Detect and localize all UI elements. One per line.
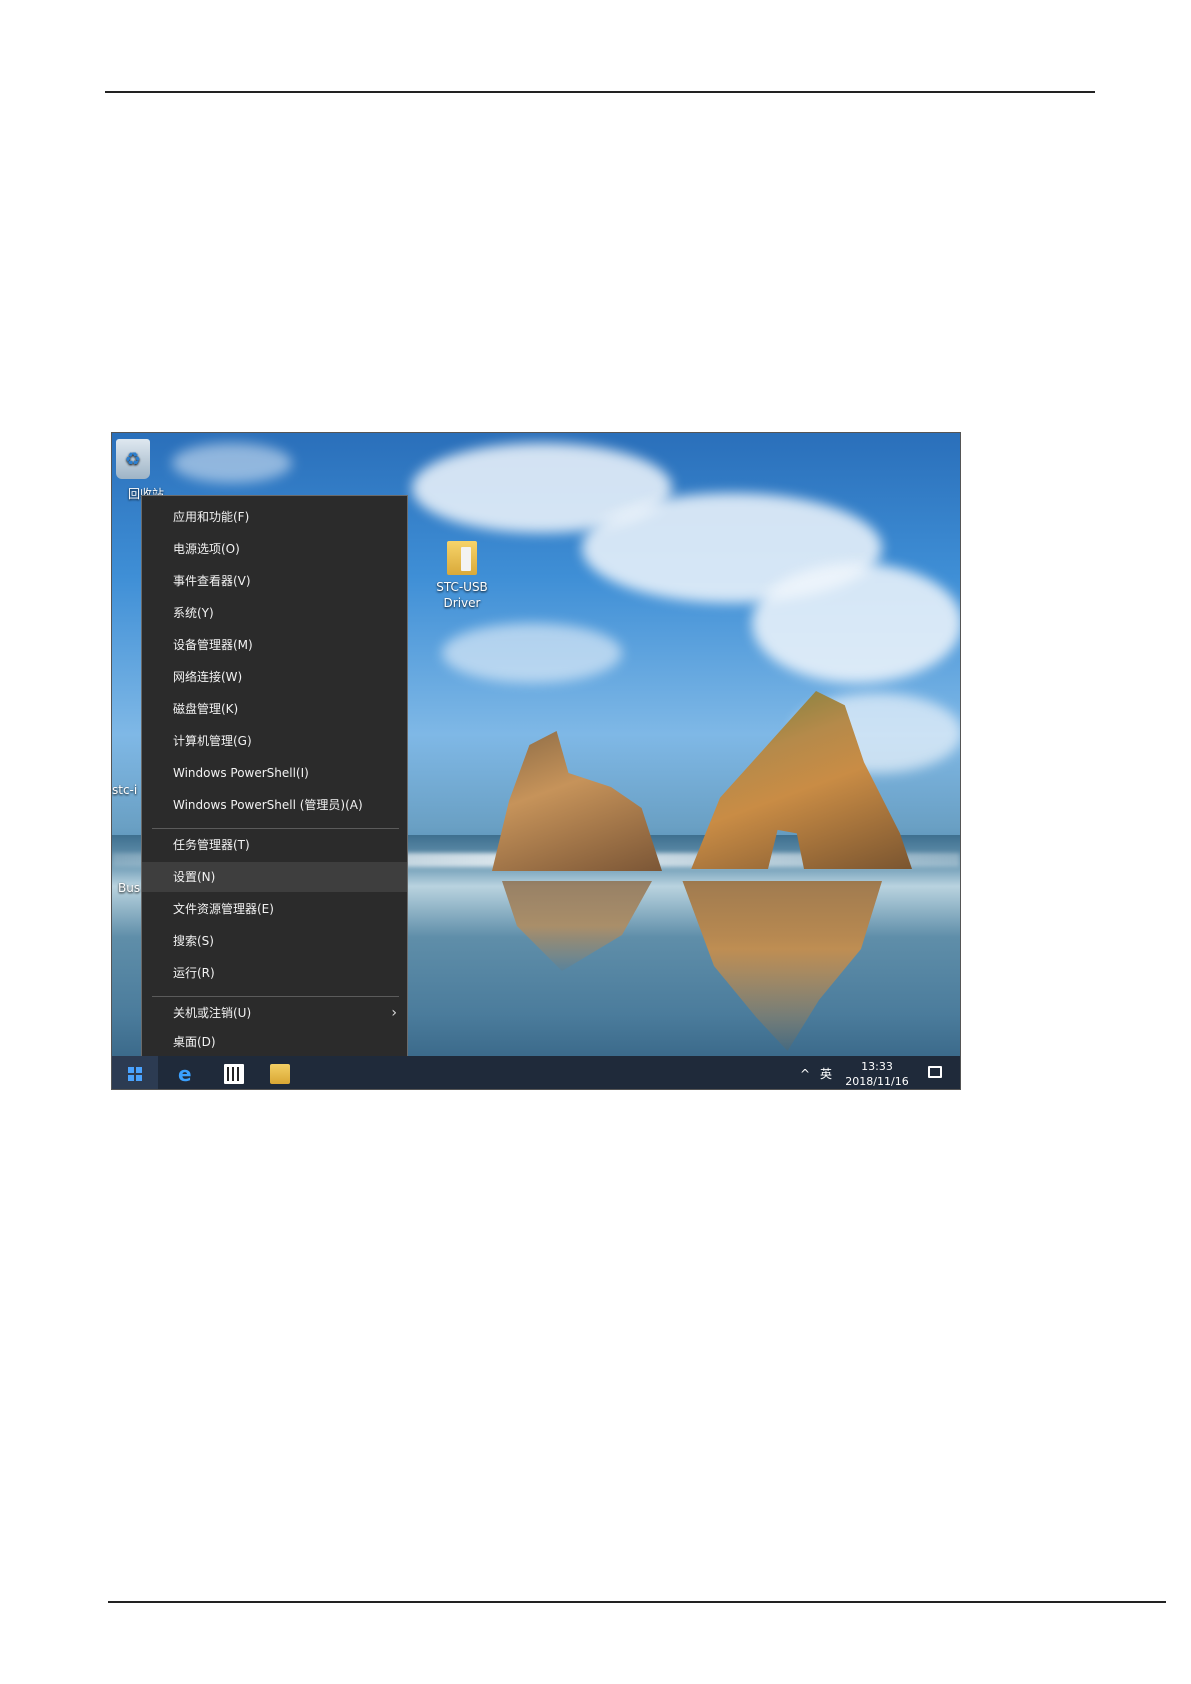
action-center-icon[interactable] bbox=[928, 1066, 942, 1078]
menu-item-label: 文件资源管理器(E) bbox=[173, 902, 274, 916]
menu-item-disk-management[interactable]: 磁盘管理(K) bbox=[142, 694, 407, 724]
menu-item-label: 设备管理器(M) bbox=[173, 638, 253, 652]
menu-item-search[interactable]: 搜索(S) bbox=[142, 926, 407, 956]
menu-item-label: Windows PowerShell (管理员)(A) bbox=[173, 798, 363, 812]
footer-rule bbox=[108, 1601, 1166, 1603]
edge-icon[interactable]: e bbox=[178, 1064, 198, 1084]
desktop-screenshot: ♻ 回收站 STC-USB Driver stc-i Bus 应用和功能(F) … bbox=[111, 432, 961, 1090]
desktop-icon-recycle-bin[interactable]: ♻ 回收站 bbox=[116, 439, 176, 502]
menu-item-label: 计算机管理(G) bbox=[173, 734, 252, 748]
input-method-indicator[interactable]: 英 bbox=[820, 1056, 833, 1089]
menu-item-label: 任务管理器(T) bbox=[173, 838, 250, 852]
menu-item-task-manager[interactable]: 任务管理器(T) bbox=[142, 830, 407, 860]
menu-item-label: 搜索(S) bbox=[173, 934, 214, 948]
menu-item-powershell[interactable]: Windows PowerShell(I) bbox=[142, 758, 407, 788]
cloud bbox=[752, 563, 960, 683]
menu-item-label: 应用和功能(F) bbox=[173, 510, 250, 524]
desktop-icon-label: STC-USB Driver bbox=[436, 580, 488, 610]
winx-context-menu: 应用和功能(F) 电源选项(O) 事件查看器(V) 系统(Y) 设备管理器(M)… bbox=[141, 495, 408, 1030]
menu-item-label: 桌面(D) bbox=[173, 1035, 216, 1049]
start-button[interactable] bbox=[112, 1056, 158, 1089]
menu-item-label: 事件查看器(V) bbox=[173, 574, 251, 588]
menu-item-run[interactable]: 运行(R) bbox=[142, 958, 407, 988]
clock-date: 2018/11/16 bbox=[845, 1075, 909, 1088]
menu-item-system[interactable]: 系统(Y) bbox=[142, 598, 407, 628]
menu-item-apps-features[interactable]: 应用和功能(F) bbox=[142, 502, 407, 532]
recycle-bin-icon: ♻ bbox=[116, 439, 150, 479]
menu-item-device-manager[interactable]: 设备管理器(M) bbox=[142, 630, 407, 660]
menu-item-event-viewer[interactable]: 事件查看器(V) bbox=[142, 566, 407, 596]
cloud bbox=[172, 443, 292, 483]
desktop-icon-stc-usb-driver[interactable]: STC-USB Driver bbox=[427, 541, 497, 611]
taskbar: e ^ 英 13:33 2018/11/16 bbox=[112, 1056, 960, 1089]
header-rule bbox=[105, 91, 1095, 93]
menu-item-label: 网络连接(W) bbox=[173, 670, 243, 684]
folder-icon bbox=[447, 541, 477, 575]
menu-item-desktop[interactable]: 桌面(D) bbox=[142, 1027, 407, 1057]
chevron-right-icon: › bbox=[391, 1005, 397, 1021]
tray-chevron-glyph: ^ bbox=[800, 1066, 811, 1081]
menu-item-label: 磁盘管理(K) bbox=[173, 702, 239, 716]
input-method-label: 英 bbox=[820, 1067, 833, 1081]
menu-item-label: 电源选项(O) bbox=[173, 542, 240, 556]
small-sea-stack bbox=[492, 731, 662, 871]
menu-item-settings[interactable]: 设置(N) bbox=[142, 862, 407, 892]
menu-item-power-options[interactable]: 电源选项(O) bbox=[142, 534, 407, 564]
menu-item-label: 系统(Y) bbox=[173, 606, 214, 620]
menu-item-label: 设置(N) bbox=[173, 870, 216, 884]
clock-time: 13:33 bbox=[861, 1060, 893, 1073]
tray-chevron-icon[interactable]: ^ bbox=[800, 1056, 811, 1089]
menu-item-label: 关机或注销(U) bbox=[173, 1006, 252, 1020]
file-explorer-icon[interactable] bbox=[270, 1064, 290, 1084]
menu-separator bbox=[152, 996, 399, 997]
menu-item-shutdown-signout[interactable]: 关机或注销(U) › bbox=[142, 998, 407, 1028]
menu-item-computer-management[interactable]: 计算机管理(G) bbox=[142, 726, 407, 756]
menu-item-file-explorer[interactable]: 文件资源管理器(E) bbox=[142, 894, 407, 924]
calculator-icon[interactable] bbox=[224, 1064, 244, 1084]
cloud bbox=[442, 623, 622, 683]
windows-start-icon bbox=[128, 1066, 142, 1081]
menu-item-label: Windows PowerShell(I) bbox=[173, 766, 309, 780]
menu-item-label: 运行(R) bbox=[173, 966, 215, 980]
taskbar-clock[interactable]: 13:33 2018/11/16 bbox=[842, 1059, 912, 1089]
menu-item-network-connections[interactable]: 网络连接(W) bbox=[142, 662, 407, 692]
menu-item-powershell-admin[interactable]: Windows PowerShell (管理员)(A) bbox=[142, 790, 407, 820]
menu-separator bbox=[152, 828, 399, 829]
